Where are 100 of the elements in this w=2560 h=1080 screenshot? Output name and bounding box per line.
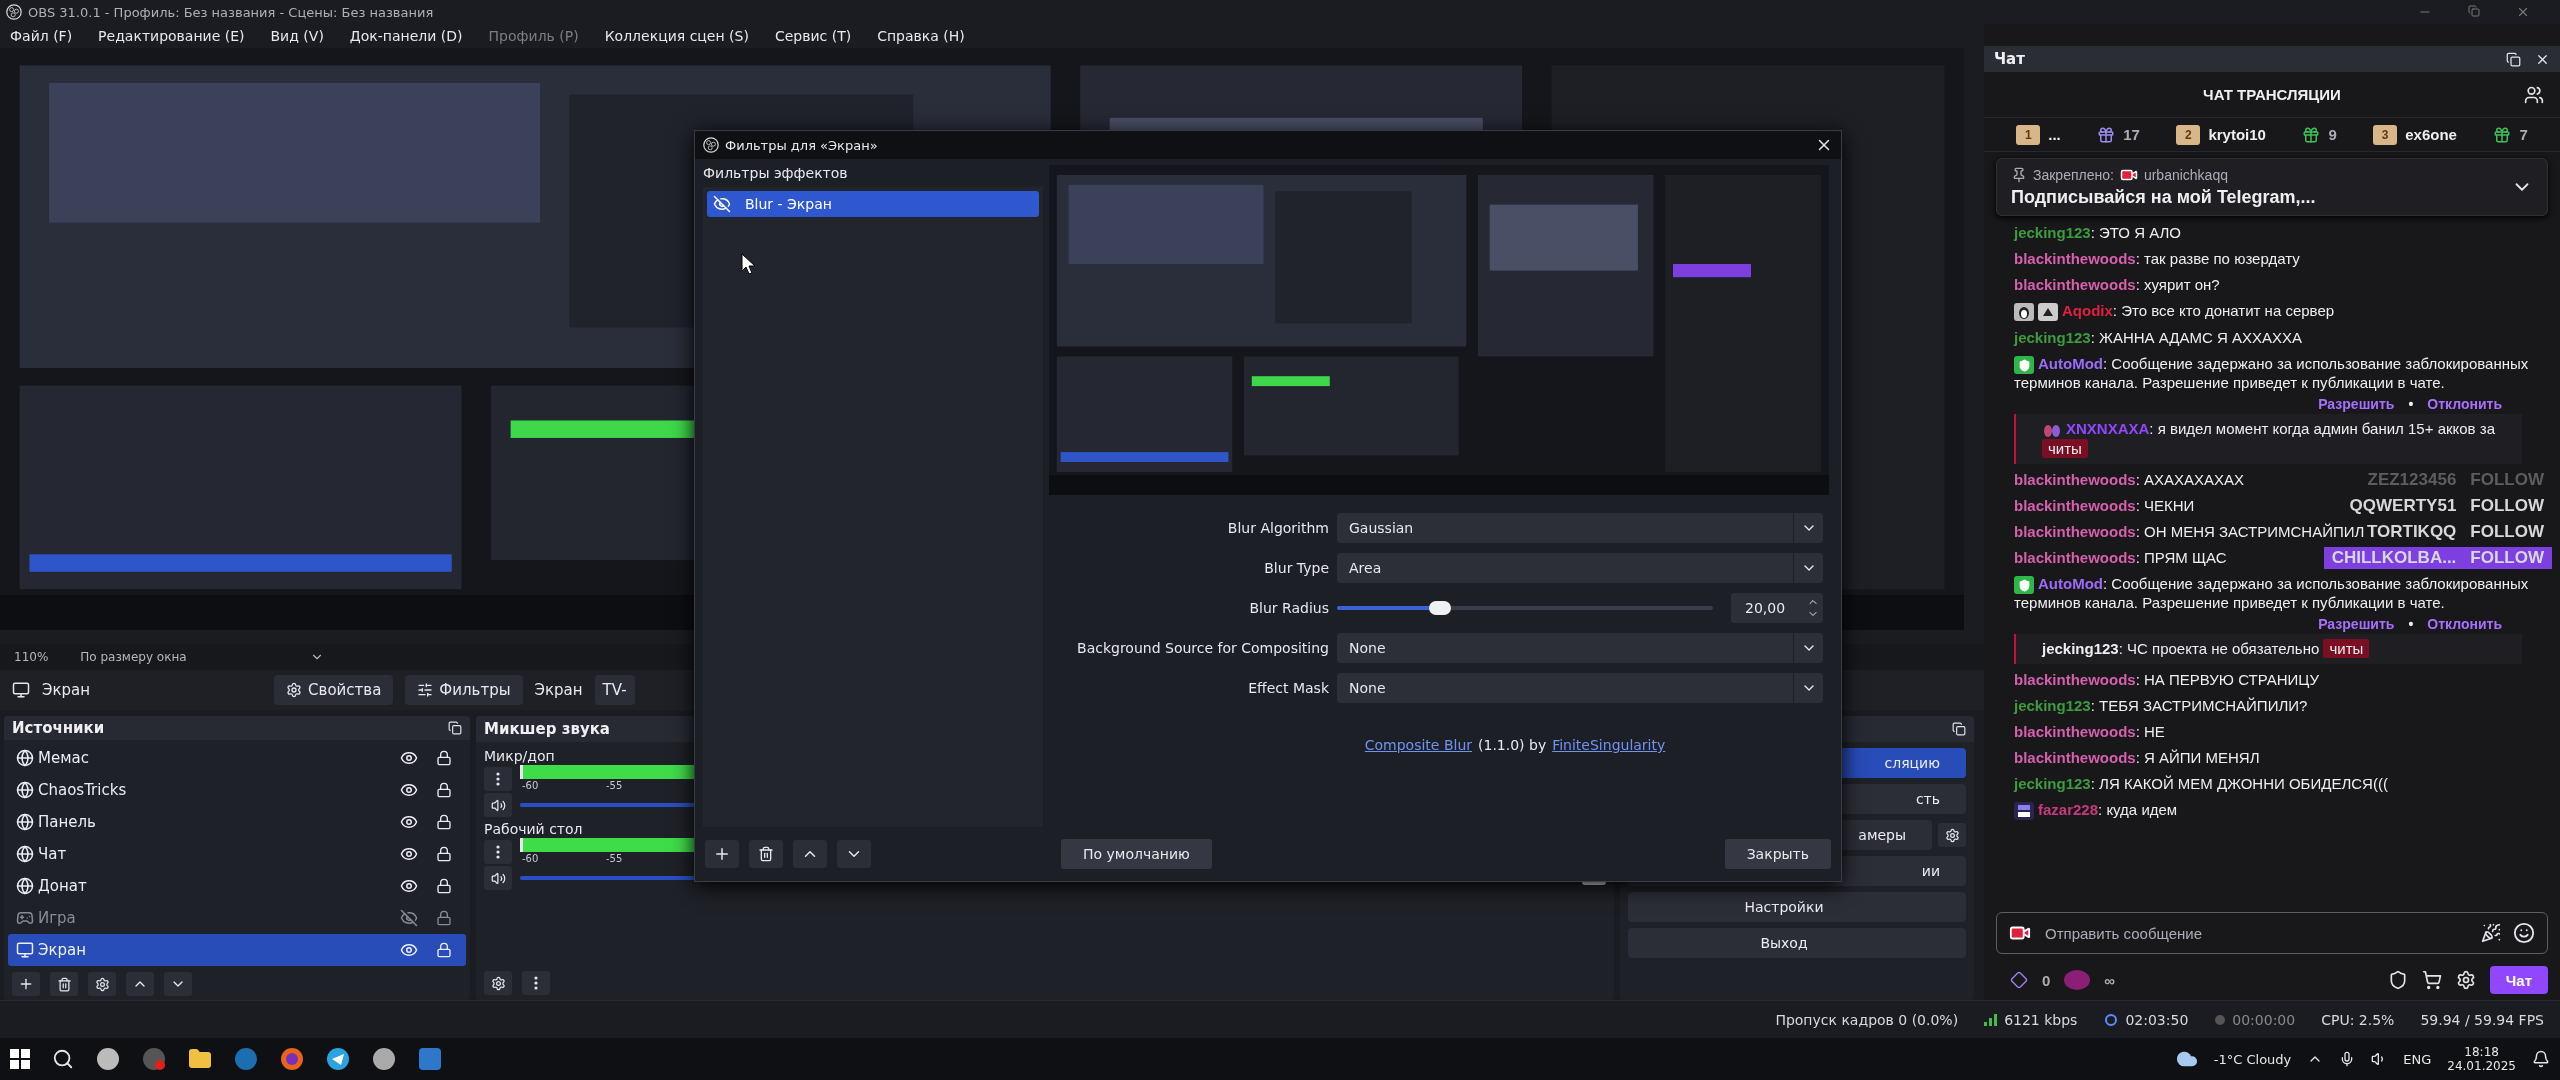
users-icon[interactable] (2524, 84, 2544, 105)
source-item[interactable]: Экран (8, 934, 466, 967)
triangle-badge-icon (2038, 303, 2058, 322)
settings-icon[interactable] (2455, 970, 2476, 990)
cart-icon[interactable] (2421, 970, 2442, 990)
search-icon[interactable] (52, 1048, 74, 1070)
windows-logo-icon[interactable] (10, 1049, 30, 1069)
menu-item[interactable]: Коллекция сцен (S) (604, 28, 749, 44)
device-dropdown[interactable]: TV- (594, 675, 635, 705)
app-icon[interactable] (280, 1047, 304, 1071)
zoom-level: 110% (14, 650, 49, 664)
gift-count: 9 (2328, 126, 2337, 143)
app-icon[interactable] (326, 1047, 350, 1071)
shield-badge-icon (2014, 576, 2034, 595)
clock[interactable]: 18:18 24.01.2025 (2447, 1045, 2516, 1073)
source-item[interactable]: Донат (8, 870, 466, 903)
points-count: 0 (2042, 971, 2051, 989)
lock-icon[interactable] (436, 782, 452, 799)
author-link[interactable]: FiniteSingularity (1552, 737, 1666, 753)
move-down-button[interactable] (164, 972, 192, 997)
menu-button[interactable] (484, 840, 512, 864)
held-message: jecking123: ЧС проекта не обязательно читы (2014, 634, 2522, 665)
menu-button[interactable] (484, 767, 512, 791)
menu-item[interactable]: Редактирование (E) (98, 28, 245, 44)
eye-off-icon[interactable] (400, 909, 418, 928)
properties-button[interactable]: Свойства (274, 675, 394, 705)
smile-icon (2513, 922, 2535, 944)
settings-button[interactable] (1938, 823, 1966, 847)
speaker-button[interactable] (484, 793, 512, 817)
delete-button[interactable] (50, 972, 78, 997)
settings-button[interactable] (484, 971, 512, 995)
settings-button[interactable] (88, 972, 116, 997)
shield-badge-icon (2014, 356, 2034, 375)
float-icon[interactable] (448, 721, 462, 736)
stream-icon (2103, 1013, 2120, 1026)
plugin-link[interactable]: Composite Blur (1364, 737, 1472, 753)
allow-link[interactable]: Разрешить (2318, 616, 2395, 633)
lock-icon[interactable] (436, 846, 452, 863)
lock-icon[interactable] (436, 814, 452, 831)
chat-message: blackinthewoods: ПРЯМ ЩАС (2014, 548, 2227, 569)
lock-icon[interactable] (436, 750, 452, 767)
message-input[interactable]: Отправить сообщение (2043, 923, 2469, 943)
chat-message: blackinthewoods: так разве по юзердату (2014, 249, 2300, 269)
dock-title: Источники (12, 719, 105, 738)
menu-item[interactable]: Справка (H) (877, 28, 965, 44)
follow-label: FOLLOW (2470, 496, 2544, 517)
filters-button[interactable]: Фильтры (405, 675, 523, 705)
menu-item[interactable]: Сервис (T) (774, 28, 852, 44)
defaults-button[interactable]: По умолчанию (1061, 839, 1212, 869)
menu-item[interactable]: Док-панели (D) (349, 28, 463, 44)
chat-message: blackinthewoods: ОН МЕНЯ ЗАСТРИМСНАЙПИЛ (2014, 522, 2365, 543)
chat-button[interactable]: Чат (2489, 966, 2548, 994)
alert-name: TORTIKQQ (2366, 522, 2457, 543)
chat-message: blackinthewoods: АХАХАХАХАХ (2014, 470, 2245, 491)
app-icon[interactable] (96, 1047, 120, 1071)
source-item[interactable]: ChaosTricks (8, 774, 466, 807)
channel-name: Микр/доп (484, 748, 555, 764)
restore-icon[interactable] (2468, 5, 2480, 17)
source-name: Экран (42, 681, 91, 699)
allow-link[interactable]: Разрешить (2318, 396, 2395, 413)
message-field[interactable]: Отправить сообщение (1996, 912, 2548, 954)
delete-button[interactable] (749, 840, 783, 868)
move-up-button[interactable] (793, 840, 827, 868)
speaker-button[interactable] (484, 866, 512, 890)
close-button[interactable]: Закрыть (1724, 839, 1831, 869)
source-item[interactable]: Мемас (8, 742, 466, 775)
bitrate: 6121 kbps (2004, 1011, 2078, 1028)
move-down-button[interactable] (837, 840, 871, 868)
window-title: OBS 31.0.1 - Профиль: Без названия - Сцены: Без названия (28, 4, 434, 20)
source-item[interactable]: Игра (8, 902, 466, 935)
property-dropdown[interactable]: None (1337, 633, 1823, 663)
language[interactable]: ENG (2403, 1051, 2432, 1067)
property-dropdown[interactable]: None (1337, 673, 1823, 703)
source-item[interactable]: Панель (8, 806, 466, 839)
add-button[interactable] (705, 840, 739, 868)
property-label: Effect Mask (1247, 680, 1329, 696)
menu-item[interactable]: Вид (V) (270, 28, 324, 44)
menu-button[interactable] (522, 971, 550, 995)
chat-message: blackinthewoods: хуярит он? (2014, 275, 2220, 295)
device-label: Экран (534, 681, 583, 699)
float-icon[interactable] (2506, 51, 2521, 67)
source-item[interactable]: Чат (8, 838, 466, 871)
follow-label: FOLLOW (2470, 470, 2544, 491)
deny-link[interactable]: Отклонить (2427, 616, 2502, 633)
add-button[interactable] (12, 972, 40, 997)
float-icon[interactable] (1952, 722, 1966, 736)
lock-icon[interactable] (436, 878, 452, 895)
folder-icon[interactable] (188, 1047, 212, 1071)
dock-title: Микшер звука (484, 720, 610, 738)
control-button[interactable]: Выход (1628, 928, 1966, 958)
scale-dropdown[interactable]: По размеру окна (72, 650, 333, 664)
app-icon[interactable] (372, 1047, 396, 1071)
monitor-icon (12, 681, 30, 699)
move-up-button[interactable] (126, 972, 154, 997)
menu-item[interactable]: Файл (F) (10, 28, 73, 44)
gift-icon (2302, 125, 2321, 144)
control-button[interactable]: Настройки (1628, 892, 1966, 922)
deny-link[interactable]: Отклонить (2427, 396, 2502, 413)
lock-icon[interactable] (436, 942, 452, 959)
notification-icon[interactable] (2532, 1050, 2550, 1068)
